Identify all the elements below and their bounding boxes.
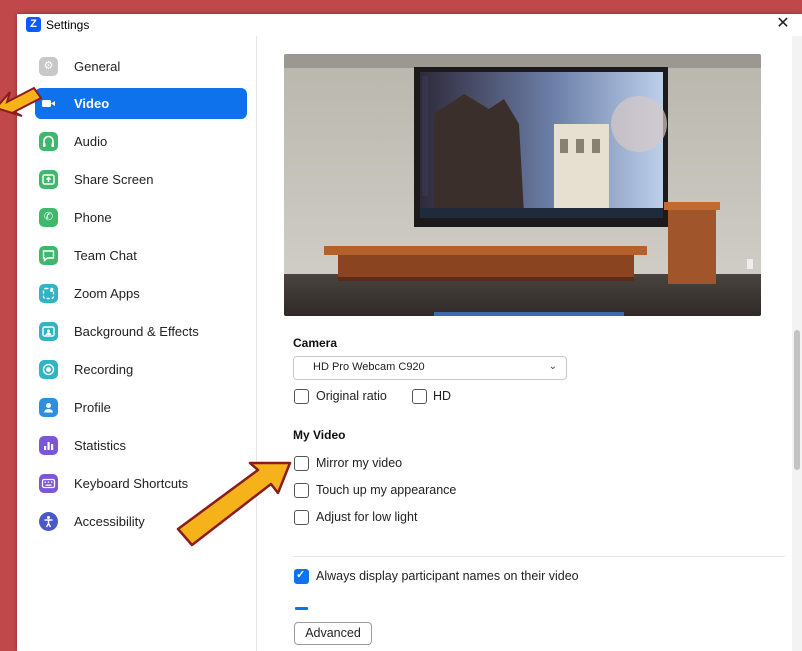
background-icon (39, 322, 58, 341)
settings-sidebar: ⚙ General Video Audio Share Screen ✆ Pho… (17, 36, 257, 651)
sidebar-item-label: Zoom Apps (74, 286, 140, 301)
sidebar-item-statistics[interactable]: Statistics (35, 430, 247, 461)
sidebar-item-background-effects[interactable]: Background & Effects (35, 316, 247, 347)
mirror-video-checkbox[interactable] (294, 456, 309, 471)
scrollbar-thumb[interactable] (794, 330, 800, 470)
sidebar-item-video[interactable]: Video (35, 88, 247, 119)
hd-label: HD (433, 389, 452, 403)
sidebar-item-zoom-apps[interactable]: Zoom Apps (35, 278, 247, 309)
chevron-down-icon: ⌄ (548, 361, 557, 372)
sidebar-item-label: Audio (74, 134, 108, 149)
window-title: Settings (46, 18, 90, 32)
mirror-video-label: Mirror my video (316, 456, 403, 470)
original-ratio-checkbox[interactable] (294, 389, 309, 404)
sidebar-item-label: Team Chat (74, 248, 137, 263)
my-video-section-title: My Video (293, 428, 346, 442)
sidebar-item-phone[interactable]: ✆ Phone (35, 202, 247, 233)
gear-icon: ⚙ (39, 57, 58, 76)
sidebar-item-label: Keyboard Shortcuts (74, 476, 189, 491)
sidebar-item-label: Profile (74, 400, 111, 415)
keyboard-icon (39, 474, 58, 493)
profile-icon (39, 398, 58, 417)
camera-dropdown-value: HD Pro Webcam C920 (313, 361, 425, 373)
sidebar-item-share-screen[interactable]: Share Screen (35, 164, 247, 195)
sidebar-item-recording[interactable]: Recording (35, 354, 247, 385)
video-camera-icon (39, 94, 58, 113)
sidebar-item-audio[interactable]: Audio (35, 126, 247, 157)
record-icon (39, 360, 58, 379)
camera-section-title: Camera (293, 336, 338, 350)
low-light-checkbox[interactable] (294, 510, 309, 525)
accessibility-icon (39, 512, 58, 531)
close-button[interactable]: ✕ (774, 15, 792, 33)
title-bar: Z Settings ✕ (17, 14, 802, 36)
camera-dropdown[interactable]: HD Pro Webcam C920 ⌄ (293, 356, 567, 380)
video-settings-panel: Camera HD Pro Webcam C920 ⌄ Original rat… (257, 36, 802, 651)
sidebar-item-keyboard-shortcuts[interactable]: Keyboard Shortcuts (35, 468, 247, 499)
settings-window: Z Settings ✕ ⚙ General Video Audio Share… (17, 14, 802, 651)
touch-up-checkbox[interactable] (294, 483, 309, 498)
checkmark-icon: ✓ (296, 569, 306, 581)
sidebar-item-profile[interactable]: Profile (35, 392, 247, 423)
chat-icon (39, 246, 58, 265)
sidebar-item-label: Share Screen (74, 172, 154, 187)
sidebar-item-team-chat[interactable]: Team Chat (35, 240, 247, 271)
sidebar-item-label: Phone (74, 210, 112, 225)
partially-visible-checkbox (295, 607, 308, 610)
phone-icon: ✆ (39, 208, 58, 227)
section-divider (293, 556, 785, 557)
sidebar-item-label: Recording (74, 362, 134, 377)
sidebar-item-label: Video (74, 96, 110, 111)
share-screen-icon (39, 170, 58, 189)
sidebar-item-accessibility[interactable]: Accessibility (35, 506, 247, 537)
hd-checkbox[interactable] (412, 389, 427, 404)
camera-preview (284, 54, 761, 316)
headphones-icon (39, 132, 58, 151)
advanced-button[interactable]: Advanced (294, 622, 372, 645)
scrollbar-track[interactable] (792, 36, 802, 651)
statistics-icon (39, 436, 58, 455)
sidebar-item-label: Background & Effects (74, 324, 199, 339)
zoom-logo-icon: Z (26, 17, 41, 32)
sidebar-item-label: General (74, 59, 121, 74)
original-ratio-label: Original ratio (316, 389, 387, 403)
display-names-label: Always display participant names on thei… (316, 569, 579, 583)
touch-up-label: Touch up my appearance (316, 483, 457, 497)
sidebar-item-general[interactable]: ⚙ General (35, 51, 247, 82)
apps-icon (39, 284, 58, 303)
sidebar-item-label: Statistics (74, 438, 127, 453)
low-light-label: Adjust for low light (316, 510, 418, 524)
display-names-checkbox[interactable]: ✓ (294, 569, 309, 584)
sidebar-item-label: Accessibility (74, 514, 145, 529)
